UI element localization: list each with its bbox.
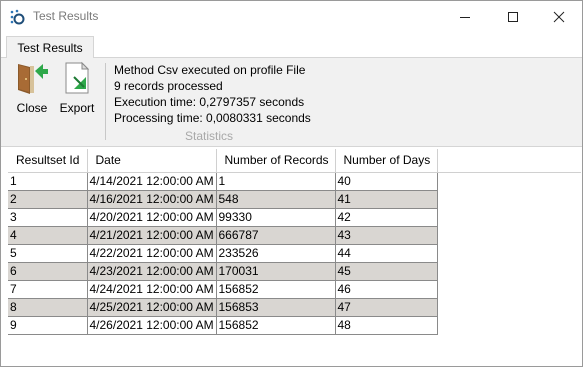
export-button[interactable]: Export: [58, 61, 96, 117]
cell-number-of-days[interactable]: 41: [335, 190, 438, 209]
table-row[interactable]: 6 4/23/2021 12:00:00 AM 170031 45: [8, 262, 581, 281]
row-filler: [437, 226, 581, 244]
row-filler: [437, 190, 581, 208]
cell-date[interactable]: 4/22/2021 12:00:00 AM: [87, 244, 217, 263]
cell-date[interactable]: 4/23/2021 12:00:00 AM: [87, 262, 217, 281]
cell-date[interactable]: 4/14/2021 12:00:00 AM: [87, 172, 217, 191]
cell-date[interactable]: 4/20/2021 12:00:00 AM: [87, 208, 217, 227]
results-table: Resultset Id Date Number of Records Numb…: [8, 149, 581, 335]
cell-resultset-id[interactable]: 2: [8, 190, 88, 209]
cell-date[interactable]: 4/21/2021 12:00:00 AM: [87, 226, 217, 245]
minimize-icon: [460, 17, 470, 18]
table-row[interactable]: 2 4/16/2021 12:00:00 AM 548 41: [8, 190, 581, 209]
cell-number-of-days[interactable]: 40: [335, 172, 438, 191]
cell-resultset-id[interactable]: 4: [8, 226, 88, 245]
stat-method-line: Method Csv executed on profile File: [114, 63, 306, 77]
cell-number-of-records[interactable]: 666787: [216, 226, 336, 245]
row-filler: [437, 172, 581, 190]
row-filler: [437, 316, 581, 334]
row-filler: [437, 280, 581, 298]
cell-number-of-days[interactable]: 48: [335, 316, 438, 335]
app-window: Test Results Test Results Close Export M…: [0, 0, 583, 367]
maximize-icon: [508, 12, 518, 22]
cell-date[interactable]: 4/25/2021 12:00:00 AM: [87, 298, 217, 317]
cell-resultset-id[interactable]: 6: [8, 262, 88, 281]
column-header-filler: [437, 149, 581, 173]
cell-number-of-records[interactable]: 548: [216, 190, 336, 209]
cell-date[interactable]: 4/16/2021 12:00:00 AM: [87, 190, 217, 209]
column-header-number-of-records[interactable]: Number of Records: [216, 149, 336, 173]
cell-number-of-records[interactable]: 170031: [216, 262, 336, 281]
table-row[interactable]: 4 4/21/2021 12:00:00 AM 666787 43: [8, 226, 581, 245]
cell-resultset-id[interactable]: 9: [8, 316, 88, 335]
cell-resultset-id[interactable]: 5: [8, 244, 88, 263]
cell-number-of-days[interactable]: 43: [335, 226, 438, 245]
maximize-button[interactable]: [490, 1, 536, 33]
close-window-button[interactable]: [536, 1, 582, 33]
table-row[interactable]: 8 4/25/2021 12:00:00 AM 156853 47: [8, 298, 581, 317]
cell-date[interactable]: 4/26/2021 12:00:00 AM: [87, 316, 217, 335]
table-row[interactable]: 3 4/20/2021 12:00:00 AM 99330 42: [8, 208, 581, 227]
statistics-group: Method Csv executed on profile File 9 re…: [114, 62, 314, 126]
stat-processing-time: Processing time: 0,0080331 seconds: [114, 111, 311, 125]
cell-date[interactable]: 4/24/2021 12:00:00 AM: [87, 280, 217, 299]
cell-number-of-days[interactable]: 42: [335, 208, 438, 227]
table-row[interactable]: 5 4/22/2021 12:00:00 AM 233526 44: [8, 244, 581, 263]
stat-execution-time: Execution time: 0,2797357 seconds: [114, 95, 305, 109]
app-logo-icon: [9, 8, 27, 26]
close-icon: [553, 11, 565, 23]
column-header-date[interactable]: Date: [87, 149, 217, 173]
ribbon-separator: [105, 63, 106, 140]
cell-number-of-records[interactable]: 99330: [216, 208, 336, 227]
table-header-row: Resultset Id Date Number of Records Numb…: [8, 149, 581, 173]
table-row[interactable]: 1 4/14/2021 12:00:00 AM 1 40: [8, 172, 581, 191]
cell-resultset-id[interactable]: 7: [8, 280, 88, 299]
row-filler: [437, 262, 581, 280]
cell-number-of-records[interactable]: 233526: [216, 244, 336, 263]
statistics-group-caption: Statistics: [184, 129, 233, 143]
cell-number-of-records[interactable]: 156852: [216, 316, 336, 335]
cell-number-of-days[interactable]: 47: [335, 298, 438, 317]
window-title: Test Results: [33, 9, 99, 23]
minimize-button[interactable]: [442, 1, 488, 33]
ribbon-tab-strip: Test Results: [1, 33, 582, 59]
cell-number-of-records[interactable]: 1: [216, 172, 336, 191]
column-header-resultset-id[interactable]: Resultset Id: [8, 149, 88, 173]
cell-number-of-records[interactable]: 156853: [216, 298, 336, 317]
tab-test-results[interactable]: Test Results: [6, 36, 94, 59]
cell-number-of-days[interactable]: 45: [335, 262, 438, 281]
cell-resultset-id[interactable]: 8: [8, 298, 88, 317]
row-filler: [437, 208, 581, 226]
row-filler: [437, 298, 581, 316]
table-row[interactable]: 9 4/26/2021 12:00:00 AM 156852 48: [8, 316, 581, 335]
close-button-label: Close: [16, 101, 48, 115]
stat-records-line: 9 records processed: [114, 79, 223, 93]
export-button-label: Export: [59, 101, 95, 115]
column-header-number-of-days[interactable]: Number of Days: [335, 149, 438, 173]
row-filler: [437, 244, 581, 262]
cell-resultset-id[interactable]: 3: [8, 208, 88, 227]
cell-number-of-days[interactable]: 46: [335, 280, 438, 299]
title-bar[interactable]: Test Results: [1, 1, 582, 33]
export-document-icon: [65, 61, 90, 94]
cell-number-of-records[interactable]: 156852: [216, 280, 336, 299]
exit-door-icon: [18, 64, 48, 94]
cell-number-of-days[interactable]: 44: [335, 244, 438, 263]
results-grid[interactable]: Resultset Id Date Number of Records Numb…: [8, 149, 581, 365]
table-row[interactable]: 7 4/24/2021 12:00:00 AM 156852 46: [8, 280, 581, 299]
ribbon-panel: Close Export Method Csv executed on prof…: [1, 58, 582, 147]
close-button[interactable]: Close: [13, 61, 51, 117]
cell-resultset-id[interactable]: 1: [8, 172, 88, 191]
